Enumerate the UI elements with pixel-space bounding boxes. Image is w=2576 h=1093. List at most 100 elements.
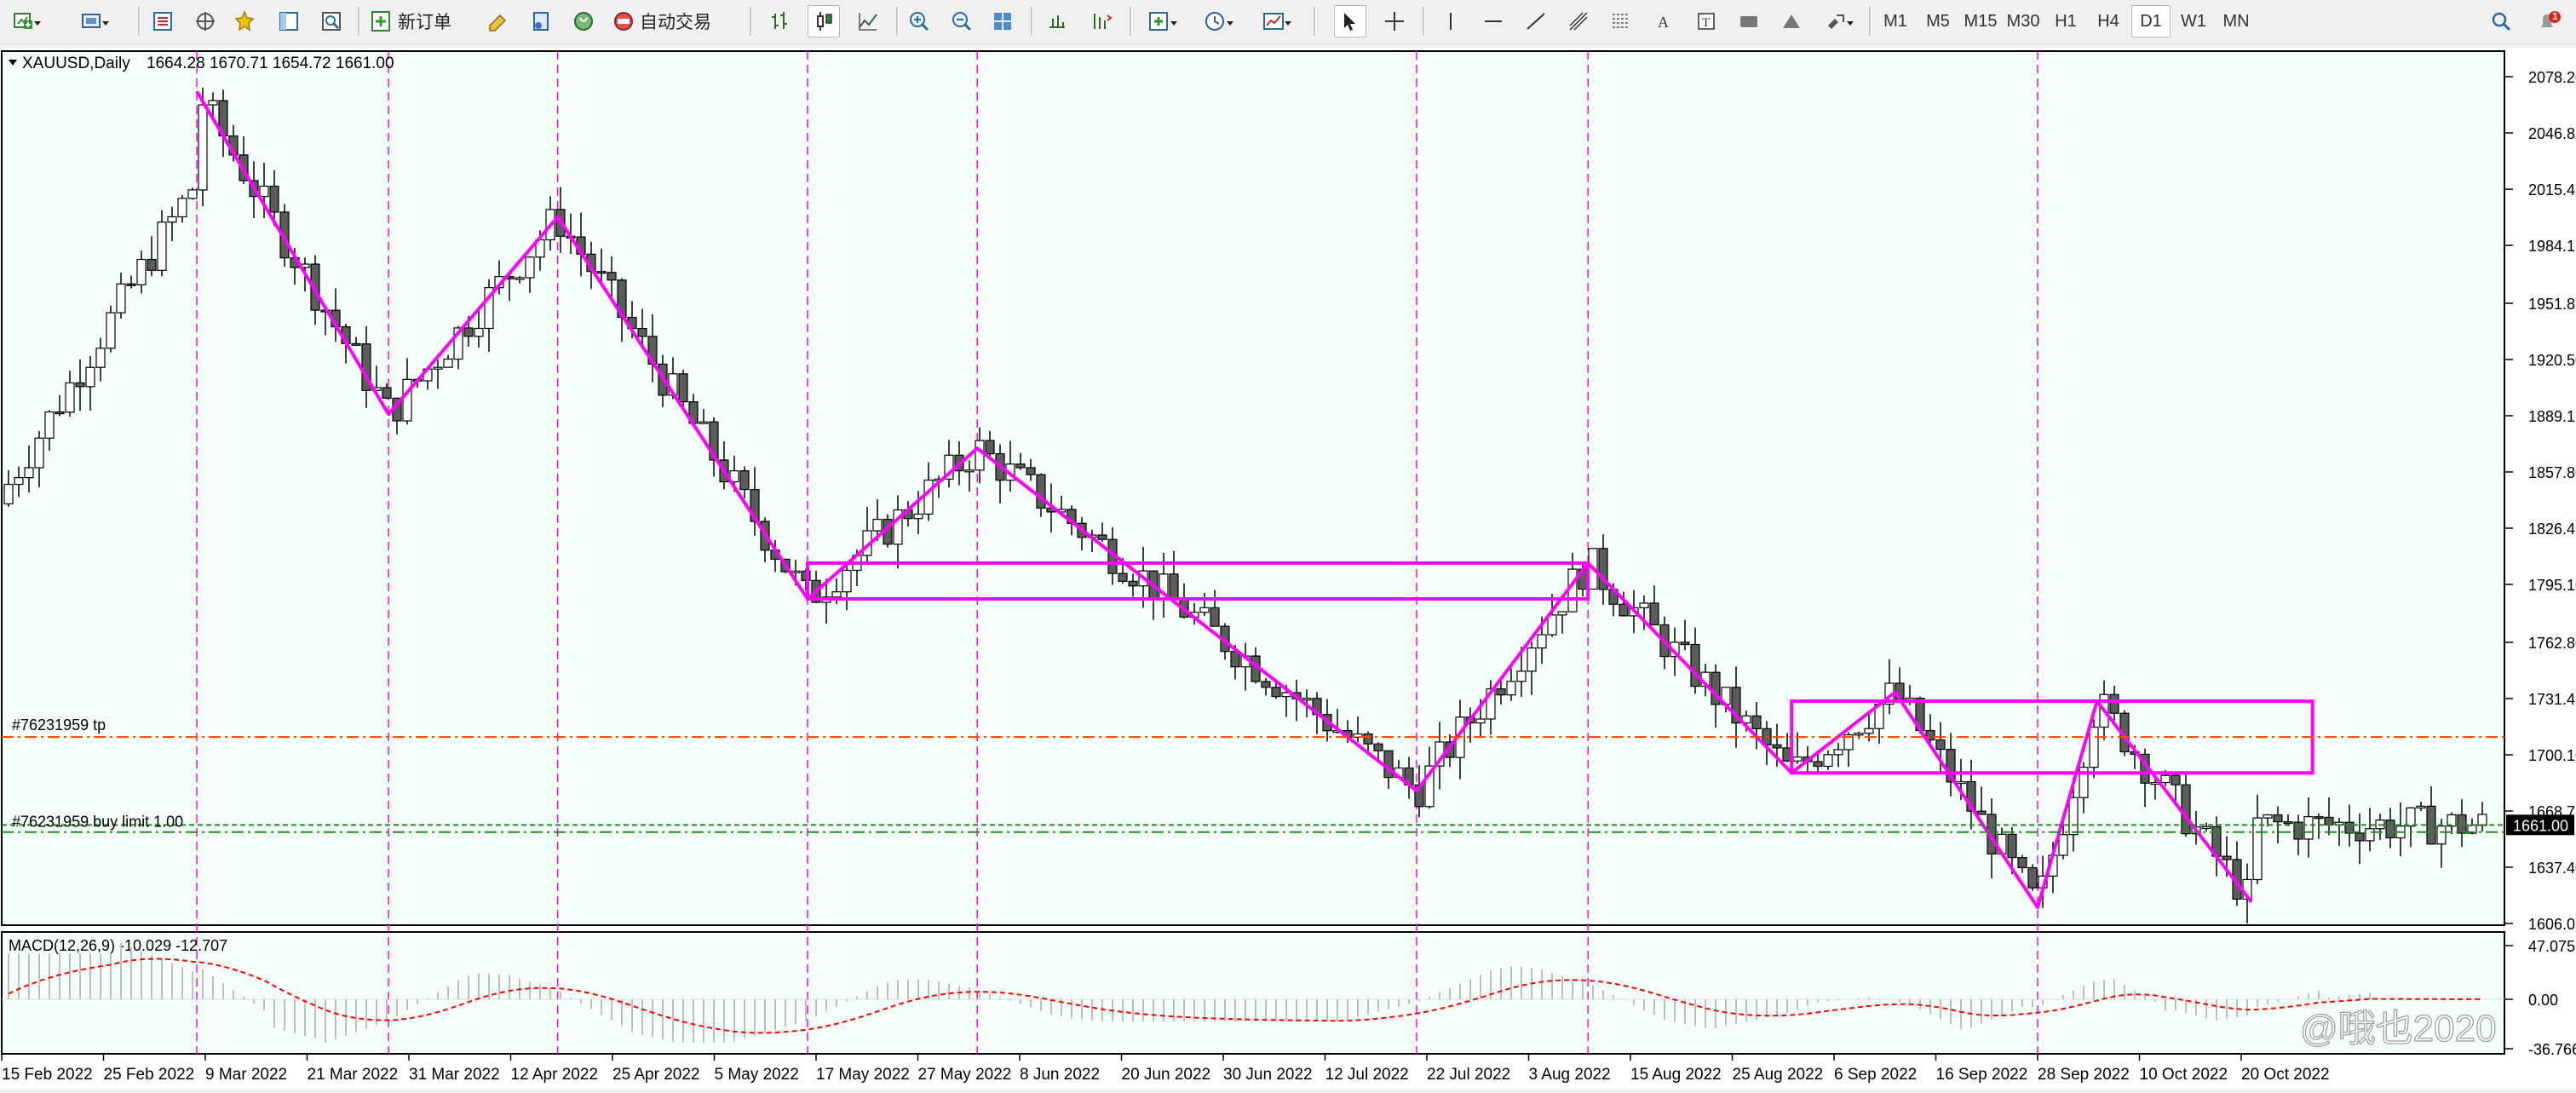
main-plot-area[interactable]	[1, 50, 2505, 926]
macd-tick-label: -36.766	[2528, 1041, 2576, 1058]
timeframe-w1-button[interactable]: W1	[2174, 5, 2213, 37]
new-chart-button[interactable]	[3, 5, 51, 37]
signals-icon	[530, 10, 552, 32]
timeframe-h4-button[interactable]: H4	[2089, 5, 2128, 37]
timeframe-m30-button[interactable]: M30	[2004, 5, 2043, 37]
strategy-tester-button[interactable]	[315, 5, 348, 37]
rectangle-icon	[1738, 10, 1760, 32]
templates-icon	[1262, 10, 1293, 32]
text-label-button[interactable]: T	[1690, 5, 1722, 37]
date-tick-label: 9 Mar 2022	[205, 1066, 287, 1084]
indicators-button[interactable]	[1140, 5, 1187, 37]
navigator-icon	[194, 10, 216, 32]
date-tick-label: 21 Mar 2022	[308, 1066, 399, 1084]
date-tick-label: 12 Apr 2022	[511, 1066, 598, 1084]
svg-text:A: A	[1658, 14, 1669, 31]
macd-title: MACD(12,26,9) -10.029 -12.707	[9, 937, 227, 954]
timeframe-m1-button[interactable]: M1	[1876, 5, 1915, 37]
search-icon	[2490, 10, 2512, 32]
horizontal-line-button[interactable]	[1477, 5, 1509, 37]
autoscroll-button[interactable]	[1041, 5, 1073, 37]
triangle-button[interactable]	[1775, 5, 1808, 37]
clock-icon	[1205, 10, 1235, 32]
timeframe-mn-button[interactable]: MN	[2217, 5, 2256, 37]
horizontal-line-icon	[1482, 10, 1504, 32]
autoscroll-icon	[1046, 10, 1068, 32]
new-order-button[interactable]: 新订单	[368, 5, 472, 37]
arrows-icon	[1825, 10, 1855, 32]
trendline-button[interactable]	[1520, 5, 1552, 37]
metaeditor-button[interactable]	[482, 5, 515, 37]
auto-trading-icon	[612, 10, 635, 32]
toolbar-separator	[896, 7, 899, 36]
profiles-button[interactable]	[72, 5, 119, 37]
chart-canvas[interactable]: #76231959 tp #76231959 buy limit 1.00 XAUU…	[0, 48, 2576, 1089]
cursor-icon	[1339, 10, 1361, 32]
triangle-icon	[1780, 10, 1803, 32]
text-button[interactable]: A	[1647, 5, 1680, 37]
new-order-icon	[371, 10, 393, 32]
date-tick-label: 5 May 2022	[715, 1066, 799, 1084]
bar-chart-button[interactable]	[763, 5, 796, 37]
tile-windows-button[interactable]	[986, 5, 1019, 37]
crosshair-button[interactable]	[1378, 5, 1411, 37]
price-tick-label: 1731.45	[2528, 691, 2576, 708]
toolbar-separator	[1314, 7, 1316, 36]
auto-trading-label: 自动交易	[640, 13, 711, 32]
date-tick-label: 28 Sep 2022	[2038, 1066, 2130, 1084]
zoom-in-button[interactable]	[903, 5, 935, 37]
date-tick-label: 25 Feb 2022	[104, 1066, 195, 1084]
macd-tick-label: 47.075	[2528, 938, 2575, 955]
date-tick-label: 15 Feb 2022	[2, 1066, 93, 1084]
line-chart-icon	[857, 10, 879, 32]
date-tick-label: 17 May 2022	[816, 1066, 910, 1084]
market-icon	[572, 10, 595, 32]
toolbar-separator	[1869, 7, 1872, 36]
auto-trading-button[interactable]: 自动交易	[610, 5, 738, 37]
navigator-button[interactable]	[189, 5, 221, 37]
candlestick-button[interactable]	[808, 5, 840, 37]
price-tick-label: 1951.85	[2528, 296, 2576, 313]
market-watch-button[interactable]	[147, 5, 179, 37]
periods-button[interactable]	[1196, 5, 1244, 37]
arrows-button[interactable]	[1818, 5, 1862, 37]
fibonacci-button[interactable]	[1605, 5, 1637, 37]
timeframe-m5-button[interactable]: M5	[1918, 5, 1958, 37]
toolbar-separator	[138, 7, 141, 36]
profiles-icon	[80, 10, 111, 32]
vertical-line-button[interactable]	[1435, 5, 1467, 37]
date-tick-label: 27 May 2022	[918, 1066, 1012, 1084]
timeframe-m15-button[interactable]: M15	[1961, 5, 2000, 37]
date-tick-label: 15 Aug 2022	[1630, 1066, 1722, 1084]
signals-button[interactable]	[525, 5, 557, 37]
templates-button[interactable]	[1254, 5, 1302, 37]
search-button[interactable]	[2484, 5, 2518, 37]
macd-tick-label: 0.00	[2528, 992, 2558, 1009]
data-window-button[interactable]	[273, 5, 305, 37]
date-tick-label: 6 Sep 2022	[1834, 1066, 1917, 1084]
timeframe-d1-button[interactable]: D1	[2131, 5, 2171, 37]
price-tick-label: 1889.15	[2528, 408, 2576, 425]
cursor-button[interactable]	[1334, 5, 1366, 37]
timeframe-h1-button[interactable]: H1	[2046, 5, 2085, 37]
market-button[interactable]	[567, 5, 600, 37]
svg-text:T: T	[1702, 16, 1710, 30]
favorites-button[interactable]	[228, 5, 261, 37]
zoom-out-button[interactable]	[946, 5, 978, 37]
rectangle-button[interactable]	[1733, 5, 1765, 37]
line-chart-button[interactable]	[852, 5, 884, 37]
macd-plot-area[interactable]	[1, 931, 2505, 1055]
toolbar-separator	[750, 7, 752, 36]
price-tick-label: 1984.15	[2528, 238, 2576, 255]
market-watch-icon	[152, 10, 174, 32]
notifications-button[interactable]: 1	[2527, 5, 2571, 37]
toolbar-separator	[358, 7, 360, 36]
chart-window[interactable]: #76231959 tp #76231959 buy limit 1.00 XAUU…	[0, 48, 2576, 1089]
new-order-label: 新订单	[398, 13, 451, 32]
terminal-window: 新订单 自动交易 A T M1 M5 M15 M30 H1 H4 D1 W1 MN 1 #76231959…	[0, 0, 2576, 1089]
channel-button[interactable]	[1562, 5, 1595, 37]
date-tick-label: 31 Mar 2022	[409, 1066, 500, 1084]
price-tick-label: 2046.85	[2528, 125, 2576, 142]
chart-shift-button[interactable]	[1085, 5, 1118, 37]
price-tick-label: 1857.80	[2528, 464, 2576, 481]
